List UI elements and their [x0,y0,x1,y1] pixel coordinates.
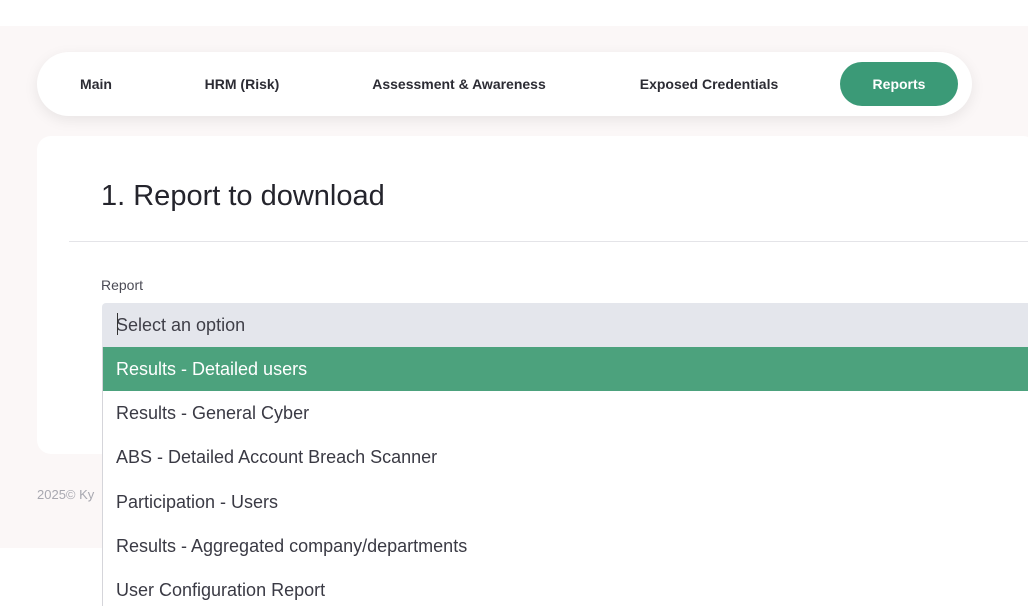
dropdown-option-results-aggregated[interactable]: Results - Aggregated company/departments [103,524,1028,568]
dropdown-option-user-configuration-report[interactable]: User Configuration Report [103,568,1028,606]
top-navigation: Main HRM (Risk) Assessment & Awareness E… [37,52,972,116]
tab-exposed-credentials[interactable]: Exposed Credentials [625,62,793,106]
dropdown-option-results-general-cyber[interactable]: Results - General Cyber [103,391,1028,435]
report-dropdown-list: Results - Detailed users Results - Gener… [102,347,1028,606]
text-cursor [117,313,118,335]
dropdown-option-results-detailed-users[interactable]: Results - Detailed users [103,347,1028,392]
tab-assessment-awareness[interactable]: Assessment & Awareness [359,62,559,106]
section-title: 1. Report to download [101,180,385,212]
dropdown-option-abs-detailed-account-breach-scanner[interactable]: ABS - Detailed Account Breach Scanner [103,435,1028,479]
tab-hrm-risk[interactable]: HRM (Risk) [187,62,297,106]
dropdown-option-participation-users[interactable]: Participation - Users [103,480,1028,524]
report-select-search-input[interactable] [102,303,1028,347]
section-divider [69,241,1028,242]
footer-copyright: 2025© Ky [37,487,95,502]
tab-reports[interactable]: Reports [840,62,958,106]
report-field-label: Report [101,277,144,293]
tab-main[interactable]: Main [63,62,129,106]
